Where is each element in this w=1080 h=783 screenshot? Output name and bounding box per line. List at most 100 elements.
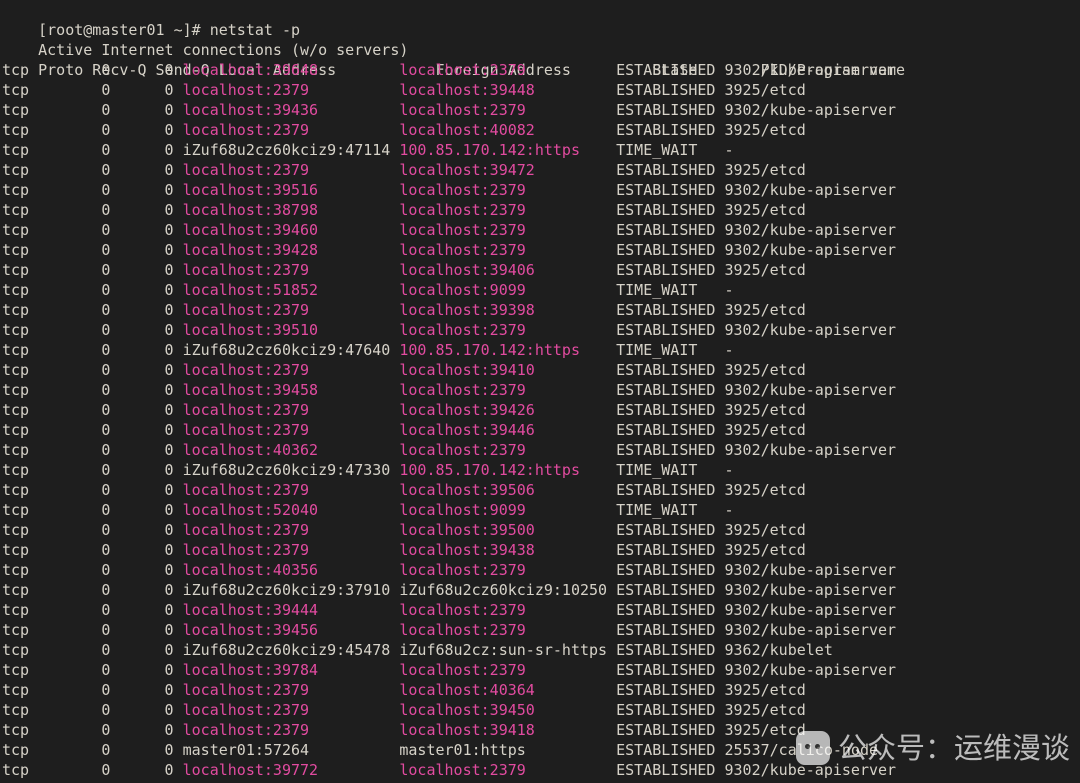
cell-send-q: 0 bbox=[119, 141, 183, 159]
cell-state: ESTABLISHED bbox=[616, 421, 725, 439]
terminal-window[interactable]: [root@master01 ~]# netstat -p Active Int… bbox=[0, 0, 1080, 783]
cell-proto: tcp bbox=[2, 301, 57, 319]
cell-recv-q: 0 bbox=[56, 161, 120, 179]
cell-pid-program: 3925/etcd bbox=[724, 481, 806, 499]
cell-foreign-address: localhost:2379 bbox=[399, 201, 526, 219]
cell-recv-q: 0 bbox=[56, 221, 120, 239]
cell-state: ESTABLISHED bbox=[616, 81, 725, 99]
cell-send-q: 0 bbox=[119, 421, 183, 439]
cell-state: ESTABLISHED bbox=[616, 641, 725, 659]
cell-recv-q: 0 bbox=[56, 341, 120, 359]
cell-state: ESTABLISHED bbox=[616, 401, 725, 419]
cell-local-address: localhost:51852 bbox=[182, 281, 319, 299]
cell-send-q: 0 bbox=[119, 501, 183, 519]
cell-gap bbox=[526, 601, 616, 619]
cell-pid-program: 9362/kubelet bbox=[724, 641, 833, 659]
cell-proto: tcp bbox=[2, 321, 57, 339]
netstat-row-list: tcp 0 0 localhost:39648 localhost:2379 E… bbox=[2, 60, 1080, 783]
cell-gap bbox=[318, 501, 399, 519]
cell-gap bbox=[535, 421, 616, 439]
cell-gap bbox=[535, 521, 616, 539]
cell-send-q: 0 bbox=[119, 581, 183, 599]
table-row: tcp 0 0 iZuf68u2cz60kciz9:47114 100.85.1… bbox=[2, 140, 1080, 160]
cell-proto: tcp bbox=[2, 741, 57, 759]
cell-proto: tcp bbox=[2, 661, 57, 679]
cell-state: ESTABLISHED bbox=[616, 661, 725, 679]
cell-pid-program: 3925/etcd bbox=[724, 161, 806, 179]
cell-pid-program: 9302/kube-apiserver bbox=[724, 561, 897, 579]
cell-foreign-address: localhost:39472 bbox=[399, 161, 535, 179]
cell-state: ESTABLISHED bbox=[616, 441, 725, 459]
cell-send-q: 0 bbox=[119, 221, 183, 239]
cell-recv-q: 0 bbox=[56, 241, 120, 259]
cell-recv-q: 0 bbox=[56, 601, 120, 619]
cell-state: ESTABLISHED bbox=[616, 181, 725, 199]
cell-gap bbox=[526, 441, 616, 459]
cell-send-q: 0 bbox=[119, 461, 183, 479]
cell-state: ESTABLISHED bbox=[616, 521, 725, 539]
table-row: tcp 0 0 localhost:39516 localhost:2379 E… bbox=[2, 180, 1080, 200]
cell-foreign-address: localhost:39446 bbox=[399, 421, 535, 439]
cell-send-q: 0 bbox=[119, 481, 183, 499]
table-row: tcp 0 0 master01:57264 master01:https ES… bbox=[2, 740, 1080, 760]
cell-foreign-address: localhost:40082 bbox=[399, 121, 535, 139]
cell-gap bbox=[318, 761, 399, 779]
cell-send-q: 0 bbox=[119, 61, 183, 79]
cell-foreign-address: localhost:2379 bbox=[399, 61, 526, 79]
cell-recv-q: 0 bbox=[56, 461, 120, 479]
cell-state: ESTABLISHED bbox=[616, 161, 725, 179]
cell-local-address: localhost:2379 bbox=[182, 701, 310, 719]
cell-proto: tcp bbox=[2, 501, 57, 519]
table-row: tcp 0 0 localhost:2379 localhost:39418 E… bbox=[2, 720, 1080, 740]
cell-pid-program: 3925/etcd bbox=[724, 81, 806, 99]
table-row: tcp 0 0 localhost:39460 localhost:2379 E… bbox=[2, 220, 1080, 240]
cell-gap bbox=[309, 401, 399, 419]
cell-local-address: localhost:39516 bbox=[182, 181, 319, 199]
table-row: tcp 0 0 localhost:39444 localhost:2379 E… bbox=[2, 600, 1080, 620]
cell-foreign-address: iZuf68u2cz60kciz9:10250 bbox=[399, 581, 608, 599]
cell-gap bbox=[535, 701, 616, 719]
cell-send-q: 0 bbox=[119, 741, 183, 759]
cell-pid-program: 9302/kube-apiserver bbox=[724, 761, 897, 779]
cell-gap bbox=[309, 361, 399, 379]
cell-local-address: localhost:2379 bbox=[182, 481, 310, 499]
table-row: tcp 0 0 iZuf68u2cz60kciz9:37910 iZuf68u2… bbox=[2, 580, 1080, 600]
cell-recv-q: 0 bbox=[56, 501, 120, 519]
cell-gap bbox=[526, 661, 616, 679]
cell-proto: tcp bbox=[2, 81, 57, 99]
cell-recv-q: 0 bbox=[56, 281, 120, 299]
cell-proto: tcp bbox=[2, 161, 57, 179]
table-row: tcp 0 0 localhost:2379 localhost:39446 E… bbox=[2, 420, 1080, 440]
cell-recv-q: 0 bbox=[56, 641, 120, 659]
cell-gap bbox=[309, 161, 399, 179]
cell-proto: tcp bbox=[2, 541, 57, 559]
cell-gap bbox=[580, 461, 616, 479]
cell-gap bbox=[309, 541, 399, 559]
cell-proto: tcp bbox=[2, 261, 57, 279]
table-row: tcp 0 0 localhost:2379 localhost:40364 E… bbox=[2, 680, 1080, 700]
cell-foreign-address: localhost:39418 bbox=[399, 721, 535, 739]
cell-pid-program: 3925/etcd bbox=[724, 121, 806, 139]
cell-local-address: iZuf68u2cz60kciz9:47640 bbox=[182, 341, 391, 359]
cell-state: TIME_WAIT bbox=[616, 141, 725, 159]
cell-gap bbox=[535, 481, 616, 499]
cell-recv-q: 0 bbox=[56, 541, 120, 559]
cell-local-address: master01:57264 bbox=[182, 741, 310, 759]
cell-pid-program: 9302/kube-apiserver bbox=[724, 601, 897, 619]
table-row: tcp 0 0 localhost:39428 localhost:2379 E… bbox=[2, 240, 1080, 260]
cell-local-address: localhost:39648 bbox=[182, 61, 319, 79]
cell-local-address: localhost:39458 bbox=[182, 381, 319, 399]
cell-gap bbox=[535, 401, 616, 419]
cell-recv-q: 0 bbox=[56, 301, 120, 319]
cell-recv-q: 0 bbox=[56, 521, 120, 539]
cell-recv-q: 0 bbox=[56, 761, 120, 779]
cell-send-q: 0 bbox=[119, 321, 183, 339]
table-row: tcp 0 0 localhost:2379 localhost:40082 E… bbox=[2, 120, 1080, 140]
cell-pid-program: 9302/kube-apiserver bbox=[724, 181, 897, 199]
table-row: tcp 0 0 localhost:2379 localhost:39438 E… bbox=[2, 540, 1080, 560]
cell-proto: tcp bbox=[2, 621, 57, 639]
cell-send-q: 0 bbox=[119, 441, 183, 459]
cell-gap bbox=[526, 201, 616, 219]
cell-gap bbox=[535, 261, 616, 279]
cell-pid-program: 3925/etcd bbox=[724, 521, 806, 539]
